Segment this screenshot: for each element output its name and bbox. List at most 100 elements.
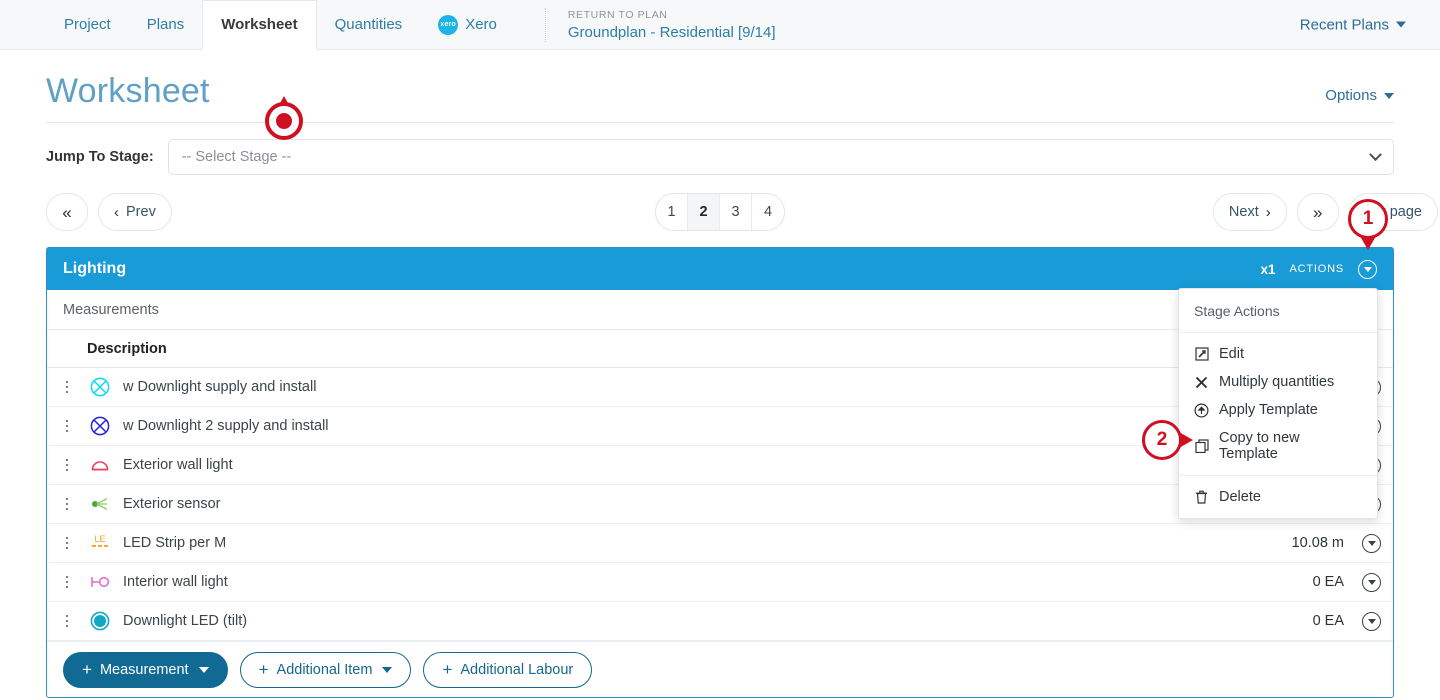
nav-tab-xero[interactable]: xero Xero [420, 0, 515, 50]
stage-header-actions: x1 ACTIONS [1260, 259, 1377, 279]
menu-item-multiply-quantities[interactable]: Multiply quantities [1179, 368, 1377, 396]
drag-handle-dots-icon[interactable] [59, 419, 75, 433]
row-actions-toggle-icon[interactable] [1362, 533, 1381, 553]
annotation-marker-2: 2 [1142, 420, 1182, 460]
stage-card-header: Lighting x1 ACTIONS [47, 248, 1393, 290]
double-chevron-right-icon: » [1313, 202, 1323, 222]
nav-tab-quantities[interactable]: Quantities [317, 0, 421, 50]
add-additional-labour-button[interactable]: + Additional Labour [423, 651, 593, 688]
drag-handle-dots-icon[interactable] [59, 575, 75, 589]
row-description: Downlight LED (tilt) [123, 613, 248, 629]
table-row[interactable]: Downlight LED (tilt) 0 EA [47, 602, 1393, 641]
semicircle-red-icon [87, 452, 113, 478]
stage-actions-menu-header: Stage Actions [1179, 289, 1377, 333]
pagination-right-group: Next › » per page [1212, 193, 1438, 231]
table-row[interactable]: Interior wall light 0 EA [47, 563, 1393, 602]
menu-item-apply-template[interactable]: Apply Template [1179, 396, 1377, 424]
first-page-button[interactable]: « [46, 193, 88, 231]
row-description: Exterior sensor [123, 496, 221, 512]
add-additional-labour-label: Additional Labour [460, 661, 574, 678]
page-number-4[interactable]: 4 [752, 194, 784, 230]
menu-item-label: Multiply quantities [1219, 374, 1335, 390]
nav-divider [544, 7, 546, 42]
row-description: w Downlight supply and install [123, 379, 317, 395]
stage-actions-label: ACTIONS [1289, 263, 1344, 275]
row-actions-toggle-icon[interactable] [1362, 611, 1381, 631]
drag-handle-dots-icon[interactable] [59, 458, 75, 472]
prev-page-label: Prev [126, 204, 156, 220]
chevron-left-icon: ‹ [114, 203, 119, 221]
last-page-button[interactable]: » [1296, 193, 1339, 231]
drag-handle-dots-icon[interactable] [59, 380, 75, 394]
nav-tab-label: Project [64, 16, 111, 33]
pagination-bar: « ‹ Prev 1 2 3 4 Next › » per page 1 [46, 193, 1438, 239]
trash-icon [1194, 490, 1209, 505]
pencil-square-icon [1194, 347, 1209, 362]
page-title: Worksheet [46, 72, 210, 110]
top-navigation-bar: Project Plans Worksheet Quantities xero … [0, 0, 1440, 50]
page-number-2[interactable]: 2 [688, 194, 720, 230]
menu-item-edit[interactable]: Edit [1179, 340, 1377, 368]
add-additional-item-button[interactable]: + Additional Item [239, 651, 412, 688]
jump-to-stage-row: Jump To Stage: -- Select Stage -- [46, 123, 1394, 175]
times-icon [1194, 375, 1209, 390]
led-strip-icon: LE [87, 530, 113, 556]
add-additional-item-label: Additional Item [276, 661, 373, 678]
stage-select-value: -- Select Stage -- [181, 149, 292, 165]
page-number-3[interactable]: 3 [720, 194, 752, 230]
page-number-1[interactable]: 1 [656, 194, 688, 230]
add-measurement-label: Measurement [99, 661, 189, 678]
circle-arrow-up-icon [1194, 402, 1209, 418]
current-plan-name: Groundplan - Residential [9/14] [567, 23, 776, 41]
page-header: Worksheet Options [46, 50, 1394, 140]
nav-tab-label: Quantities [334, 16, 403, 33]
nav-tab-plans[interactable]: Plans [129, 0, 203, 50]
nav-tabs: Project Plans Worksheet Quantities xero … [46, 0, 515, 50]
recent-plans-dropdown[interactable]: Recent Plans [1300, 16, 1406, 33]
xero-logo-icon: xero [438, 14, 459, 35]
nav-tab-worksheet[interactable]: Worksheet [202, 0, 317, 50]
drag-handle-dots-icon[interactable] [59, 536, 75, 550]
target-marker-dot [276, 113, 292, 129]
drag-handle-dots-icon[interactable] [59, 614, 75, 628]
crossed-circle-cyan-icon [87, 374, 113, 400]
filled-circle-teal-icon [87, 608, 113, 634]
chevron-down-icon [382, 666, 393, 673]
wall-light-pink-icon [87, 569, 113, 595]
table-row[interactable]: LE LED Strip per M 10.08 m [47, 524, 1393, 563]
column-header-description: Description [87, 340, 167, 357]
next-page-button[interactable]: Next › [1212, 193, 1287, 231]
stage-select[interactable]: -- Select Stage -- [167, 139, 1394, 175]
recent-plans-label: Recent Plans [1299, 16, 1389, 33]
menu-item-copy-to-new-template[interactable]: Copy to new Template [1179, 424, 1377, 468]
drag-handle-dots-icon[interactable] [59, 497, 75, 511]
jump-to-stage-label: Jump To Stage: [46, 149, 154, 165]
annotation-marker-number: 2 [1156, 429, 1168, 450]
stage-actions-toggle-icon[interactable] [1358, 259, 1377, 279]
menu-item-delete[interactable]: Delete [1179, 483, 1377, 511]
svg-text:LE: LE [94, 534, 105, 544]
nav-tab-label: Plans [146, 16, 185, 33]
return-to-plan-block[interactable]: RETURN TO PLAN Groundplan - Residential … [568, 9, 776, 41]
prev-page-button[interactable]: ‹ Prev [98, 193, 172, 231]
nav-tab-label: Worksheet [221, 16, 298, 33]
measurements-text: Measurements [63, 301, 159, 318]
annotation-marker-number: 1 [1362, 208, 1374, 229]
menu-item-label: Edit [1219, 346, 1244, 362]
stage-actions-group-danger: Delete [1179, 475, 1377, 518]
row-description: LED Strip per M [123, 535, 227, 551]
options-dropdown[interactable]: Options [1325, 87, 1394, 108]
return-to-plan-kicker: RETURN TO PLAN [567, 8, 668, 21]
chevron-down-icon [198, 666, 209, 673]
stage-card-footer: + Measurement + Additional Item + Additi… [47, 641, 1393, 697]
double-chevron-left-icon: « [62, 202, 72, 222]
stage-actions-menu: Stage Actions Edit Multiply quantities A… [1178, 288, 1378, 519]
row-description: Interior wall light [123, 574, 228, 590]
plus-icon: + [82, 660, 92, 679]
crossed-circle-blue-icon [87, 413, 113, 439]
stage-card-lighting: Lighting x1 ACTIONS Measurements Descrip… [46, 247, 1394, 698]
add-measurement-button[interactable]: + Measurement [63, 651, 228, 688]
row-actions-toggle-icon[interactable] [1362, 572, 1381, 592]
nav-tab-project[interactable]: Project [46, 0, 129, 50]
copy-icon [1194, 439, 1209, 454]
